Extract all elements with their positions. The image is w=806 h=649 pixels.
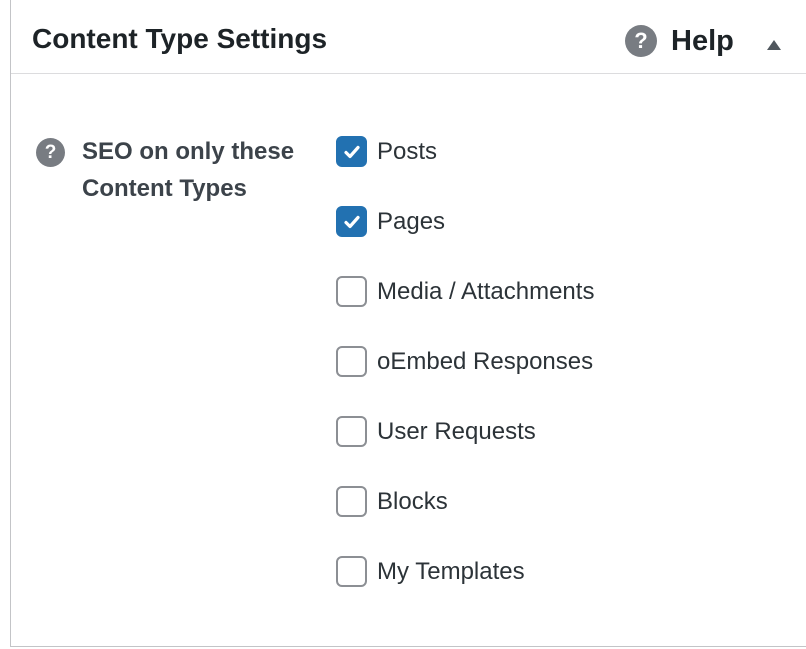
panel-title: Content Type Settings	[32, 23, 328, 54]
panel-header: Content Type Settings ? Help	[11, 0, 806, 74]
user-requests-checkbox[interactable]	[336, 416, 367, 447]
content-type-settings-panel: Content Type Settings ? Help ? SEO on on…	[10, 0, 806, 647]
posts-label[interactable]: Posts	[377, 136, 437, 167]
content-type-option-my-templates[interactable]: My Templates	[336, 556, 594, 626]
blocks-label[interactable]: Blocks	[377, 486, 448, 517]
posts-checkbox[interactable]	[336, 136, 367, 167]
blocks-checkbox[interactable]	[336, 486, 367, 517]
content-type-option-posts[interactable]: Posts	[336, 136, 594, 206]
help-label: Help	[671, 25, 734, 57]
content-type-option-oembed-responses[interactable]: oEmbed Responses	[336, 346, 594, 416]
seo-content-types-setting: ? SEO on only these Content Types Posts …	[11, 74, 806, 634]
my-templates-checkbox[interactable]	[336, 556, 367, 587]
user-requests-label[interactable]: User Requests	[377, 416, 536, 447]
media-attachments-checkbox[interactable]	[336, 276, 367, 307]
oembed-responses-checkbox[interactable]	[336, 346, 367, 377]
seo-content-types-label: SEO on only these Content Types	[82, 138, 295, 202]
oembed-responses-label[interactable]: oEmbed Responses	[377, 346, 593, 377]
checkmark-icon	[343, 145, 360, 158]
content-type-option-pages[interactable]: Pages	[336, 206, 594, 276]
question-circle-icon[interactable]: ?	[36, 138, 65, 167]
checkmark-icon	[343, 215, 360, 228]
content-type-option-media-attachments[interactable]: Media / Attachments	[336, 276, 594, 346]
pages-label[interactable]: Pages	[377, 206, 445, 237]
question-circle-icon: ?	[625, 25, 657, 57]
help-toggle[interactable]: ? Help	[625, 24, 734, 58]
collapse-up-arrow-icon[interactable]	[767, 40, 781, 50]
content-type-options: Posts Pages Media / Attachments oEmbed R…	[336, 136, 594, 626]
media-attachments-label[interactable]: Media / Attachments	[377, 276, 594, 307]
content-type-option-user-requests[interactable]: User Requests	[336, 416, 594, 486]
pages-checkbox[interactable]	[336, 206, 367, 237]
my-templates-label[interactable]: My Templates	[377, 556, 525, 587]
content-type-option-blocks[interactable]: Blocks	[336, 486, 594, 556]
